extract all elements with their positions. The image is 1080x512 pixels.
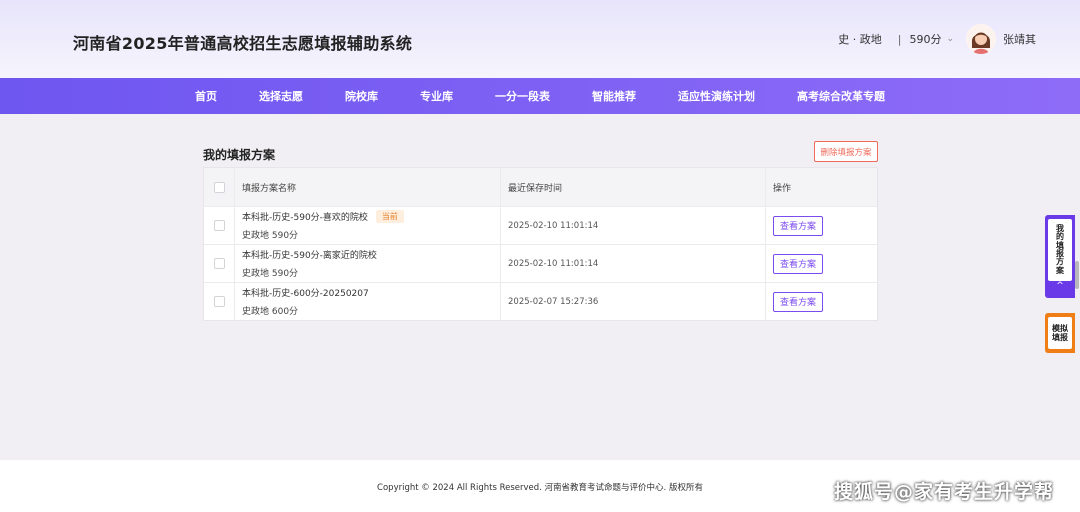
view-plan-button[interactable]: 查看方案 (773, 215, 823, 236)
table-header-row: 填报方案名称 最近保存时间 操作 (204, 168, 877, 206)
view-plan-button[interactable]: 查看方案 (773, 291, 823, 312)
main-nav: 首页 选择志愿 院校库 专业库 一分一段表 智能推荐 适应性演练计划 高考综合改… (0, 78, 1080, 114)
nav-reform-topic[interactable]: 高考综合改革专题 (797, 88, 885, 104)
plan-save-time: 2025-02-10 11:01:14 (500, 245, 765, 282)
row-checkbox[interactable] (213, 220, 225, 231)
row-check-cell (204, 207, 234, 244)
action-cell: 查看方案 (765, 283, 877, 320)
row-check-cell (204, 245, 234, 282)
plan-name: 本科批-历史-590分-离家近的院校 (242, 251, 377, 261)
chevron-up-icon: ^ (1056, 281, 1064, 291)
score-value: 590分 (909, 33, 942, 46)
plan-name: 本科批-历史-600分-20250207 (242, 289, 369, 299)
app-title: 河南省2025年普通高校招生志愿填报辅助系统 (73, 34, 413, 53)
avatar[interactable] (966, 24, 996, 54)
plan-subjects: 史政地 590分 (242, 269, 299, 279)
column-header-time: 最近保存时间 (500, 168, 765, 206)
watermark: 搜狐号@家有考生升学帮 (833, 481, 1054, 503)
delete-plan-button[interactable]: 删除填报方案 (814, 141, 878, 162)
user-area: 史 · 政地 | 590分 ⌄ 张靖其 (838, 23, 1036, 55)
nav-home[interactable]: 首页 (195, 88, 217, 104)
plan-save-time: 2025-02-07 15:27:36 (500, 283, 765, 320)
subject-combination: 史 · 政地 (838, 33, 882, 46)
row-check-cell (204, 283, 234, 320)
current-badge: 当前 (375, 210, 404, 223)
header-separator: | (897, 32, 902, 46)
chevron-down-icon: ⌄ (946, 34, 954, 44)
nav-score-table[interactable]: 一分一段表 (495, 88, 550, 104)
app-header: 河南省2025年普通高校招生志愿填报辅助系统 史 · 政地 | 590分 ⌄ 张… (0, 0, 1080, 78)
table-row: 本科批-历史-590分-离家近的院校 史政地 590分 2025-02-10 1… (204, 244, 877, 282)
action-cell: 查看方案 (765, 207, 877, 244)
scrollbar-handle[interactable] (1075, 261, 1079, 289)
column-header-name: 填报方案名称 (234, 168, 500, 206)
simulate-fill-float-button[interactable]: 模拟填报 (1045, 313, 1075, 353)
nav-select-volunteer[interactable]: 选择志愿 (259, 88, 303, 104)
table-row: 本科批-历史-600分-20250207 史政地 600分 2025-02-07… (204, 282, 877, 320)
nav-smart-recommend[interactable]: 智能推荐 (592, 88, 636, 104)
plan-name-cell: 本科批-历史-590分-喜欢的院校 当前 史政地 590分 (234, 207, 500, 244)
nav-college-library[interactable]: 院校库 (345, 88, 378, 104)
plan-name-cell: 本科批-历史-600分-20250207 史政地 600分 (234, 283, 500, 320)
page-title: 我的填报方案 (203, 148, 276, 162)
row-checkbox[interactable] (213, 296, 225, 307)
plan-table: 填报方案名称 最近保存时间 操作 本科批-历史-590分-喜欢的院校 当前 史政… (203, 167, 878, 321)
view-plan-button[interactable]: 查看方案 (773, 253, 823, 274)
my-plan-float-label: 我的填报方案 (1048, 219, 1072, 281)
select-all-checkbox[interactable] (213, 181, 225, 193)
nav-major-library[interactable]: 专业库 (420, 88, 453, 104)
plan-save-time: 2025-02-10 11:01:14 (500, 207, 765, 244)
nav-drill-plan[interactable]: 适应性演练计划 (678, 88, 755, 104)
plan-name: 本科批-历史-590分-喜欢的院校 (242, 213, 368, 223)
score-dropdown[interactable]: 590分 ⌄ (909, 31, 954, 47)
row-checkbox[interactable] (213, 258, 225, 269)
simulate-fill-label: 模拟填报 (1048, 317, 1072, 349)
plan-name-cell: 本科批-历史-590分-离家近的院校 史政地 590分 (234, 245, 500, 282)
plan-subjects: 史政地 600分 (242, 307, 299, 317)
header-check-cell (204, 168, 234, 206)
username[interactable]: 张靖其 (1003, 31, 1036, 47)
table-row: 本科批-历史-590分-喜欢的院校 当前 史政地 590分 2025-02-10… (204, 206, 877, 244)
my-plan-float-button[interactable]: 我的填报方案 ^ (1045, 215, 1075, 298)
column-header-action: 操作 (765, 168, 877, 206)
action-cell: 查看方案 (765, 245, 877, 282)
plan-subjects: 史政地 590分 (242, 231, 299, 241)
footer: Copyright © 2024 All Rights Reserved. 河南… (0, 460, 1080, 512)
